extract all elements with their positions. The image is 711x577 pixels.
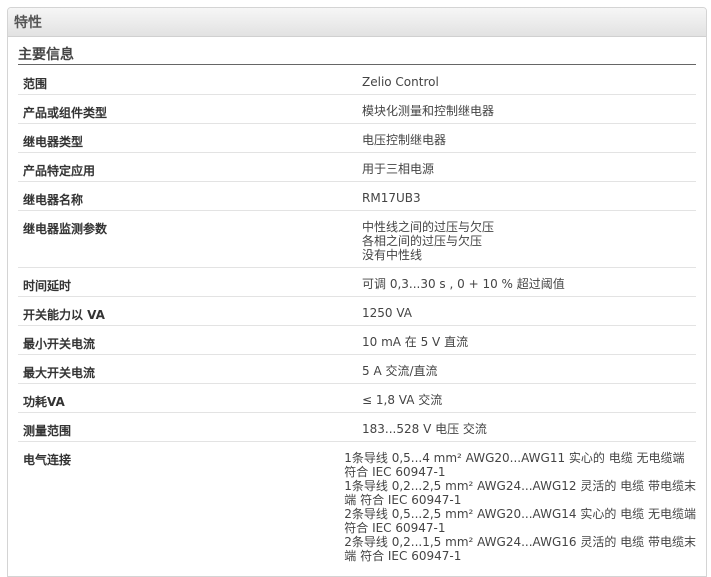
spec-row: 继电器监测参数 中性线之间的过压与欠压 各相之间的过压与欠压 没有中性线 [18, 211, 696, 268]
spec-value: 1条导线 0,5...4 mm² AWG20...AWG11 实心的 电缆 无电… [340, 442, 696, 567]
spec-row: 功耗VA ≤ 1,8 VA 交流 [18, 384, 696, 413]
spec-value: 模块化测量和控制继电器 [358, 95, 696, 123]
panel-title: 特性 [14, 15, 42, 31]
spec-label: 产品或组件类型 [23, 106, 108, 120]
spec-value: ≤ 1,8 VA 交流 [358, 384, 696, 412]
section-divider [18, 64, 696, 65]
spec-value-line: 2条导线 0,2...1,5 mm² AWG24...AWG16 灵活的 电缆 … [344, 535, 696, 549]
spec-value-line: 可调 0,3...30 s , 0 + 10 % 超过阈值 [362, 277, 565, 291]
spec-value-line: 用于三相电源 [362, 162, 435, 176]
spec-value: Zelio Control [358, 66, 696, 94]
spec-value-line: 各相之间的过压与欠压 [362, 234, 483, 248]
spec-label: 范围 [23, 77, 48, 91]
spec-value-line: 5 A 交流/直流 [362, 364, 438, 378]
spec-value-line: ≤ 1,8 VA 交流 [362, 393, 443, 407]
spec-value: 5 A 交流/直流 [358, 355, 696, 383]
spec-value: 可调 0,3...30 s , 0 + 10 % 超过阈值 [358, 268, 696, 296]
spec-value-line: 1条导线 0,5...4 mm² AWG20...AWG11 实心的 电缆 无电… [344, 451, 685, 465]
spec-row: 最大开关电流 5 A 交流/直流 [18, 355, 696, 384]
characteristics-panel: 特性 主要信息 范围 Zelio Control 产品或组件类型 模块化测量和控… [7, 7, 707, 577]
spec-label: 继电器类型 [23, 135, 84, 149]
spec-value: 1250 VA [358, 297, 696, 325]
spec-value-line: 中性线之间的过压与欠压 [362, 220, 495, 234]
spec-label: 功耗VA [23, 395, 65, 409]
spec-row: 测量范围 183...528 V 电压 交流 [18, 413, 696, 442]
spec-value-line: 模块化测量和控制继电器 [362, 104, 495, 118]
spec-value-line: 1条导线 0,2...2,5 mm² AWG24...AWG12 灵活的 电缆 … [344, 479, 696, 493]
spec-label: 电气连接 [23, 453, 72, 467]
spec-row: 产品特定应用 用于三相电源 [18, 153, 696, 182]
spec-value-line: 端 符合 IEC 60947-1 [344, 549, 462, 563]
spec-label: 最大开关电流 [23, 366, 96, 380]
spec-label: 开关能力以 VA [23, 308, 105, 322]
spec-row: 时间延时 可调 0,3...30 s , 0 + 10 % 超过阈值 [18, 268, 696, 297]
spec-value-line: 端 符合 IEC 60947-1 [344, 493, 462, 507]
spec-value: 中性线之间的过压与欠压 各相之间的过压与欠压 没有中性线 [358, 211, 696, 267]
spec-label: 最小开关电流 [23, 337, 96, 351]
spec-row: 开关能力以 VA 1250 VA [18, 297, 696, 326]
spec-label: 时间延时 [23, 279, 72, 293]
spec-row: 产品或组件类型 模块化测量和控制继电器 [18, 95, 696, 124]
spec-label: 产品特定应用 [23, 164, 96, 178]
spec-value-line: 没有中性线 [362, 248, 423, 262]
spec-row: 最小开关电流 10 mA 在 5 V 直流 [18, 326, 696, 355]
spec-label: 继电器监测参数 [23, 222, 108, 236]
spec-value: 10 mA 在 5 V 直流 [358, 326, 696, 354]
spec-value-line: 符合 IEC 60947-1 [344, 465, 446, 479]
spec-row: 范围 Zelio Control [18, 66, 696, 95]
spec-row: 继电器名称 RM17UB3 [18, 182, 696, 211]
spec-value-line: 183...528 V 电压 交流 [362, 422, 487, 436]
spec-value-line: Zelio Control [362, 75, 439, 89]
spec-value: 电压控制继电器 [358, 124, 696, 152]
spec-label: 继电器名称 [23, 193, 84, 207]
panel-header: 特性 [8, 8, 706, 37]
spec-value: RM17UB3 [358, 182, 696, 210]
spec-value-line: RM17UB3 [362, 191, 421, 205]
section-title: 主要信息 [18, 47, 74, 63]
spec-row: 继电器类型 电压控制继电器 [18, 124, 696, 153]
spec-label: 测量范围 [23, 424, 72, 438]
spec-value: 用于三相电源 [358, 153, 696, 181]
spec-value-line: 10 mA 在 5 V 直流 [362, 335, 469, 349]
spec-table: 范围 Zelio Control 产品或组件类型 模块化测量和控制继电器 继电器… [18, 66, 696, 567]
spec-value-line: 电压控制继电器 [362, 133, 447, 147]
spec-value-line: 2条导线 0,5...2,5 mm² AWG20...AWG14 实心的 电缆 … [344, 507, 696, 521]
spec-value-line: 1250 VA [362, 306, 413, 320]
spec-value-line: 符合 IEC 60947-1 [344, 521, 446, 535]
spec-row: 电气连接 1条导线 0,5...4 mm² AWG20...AWG11 实心的 … [18, 442, 696, 567]
spec-value: 183...528 V 电压 交流 [358, 413, 696, 441]
